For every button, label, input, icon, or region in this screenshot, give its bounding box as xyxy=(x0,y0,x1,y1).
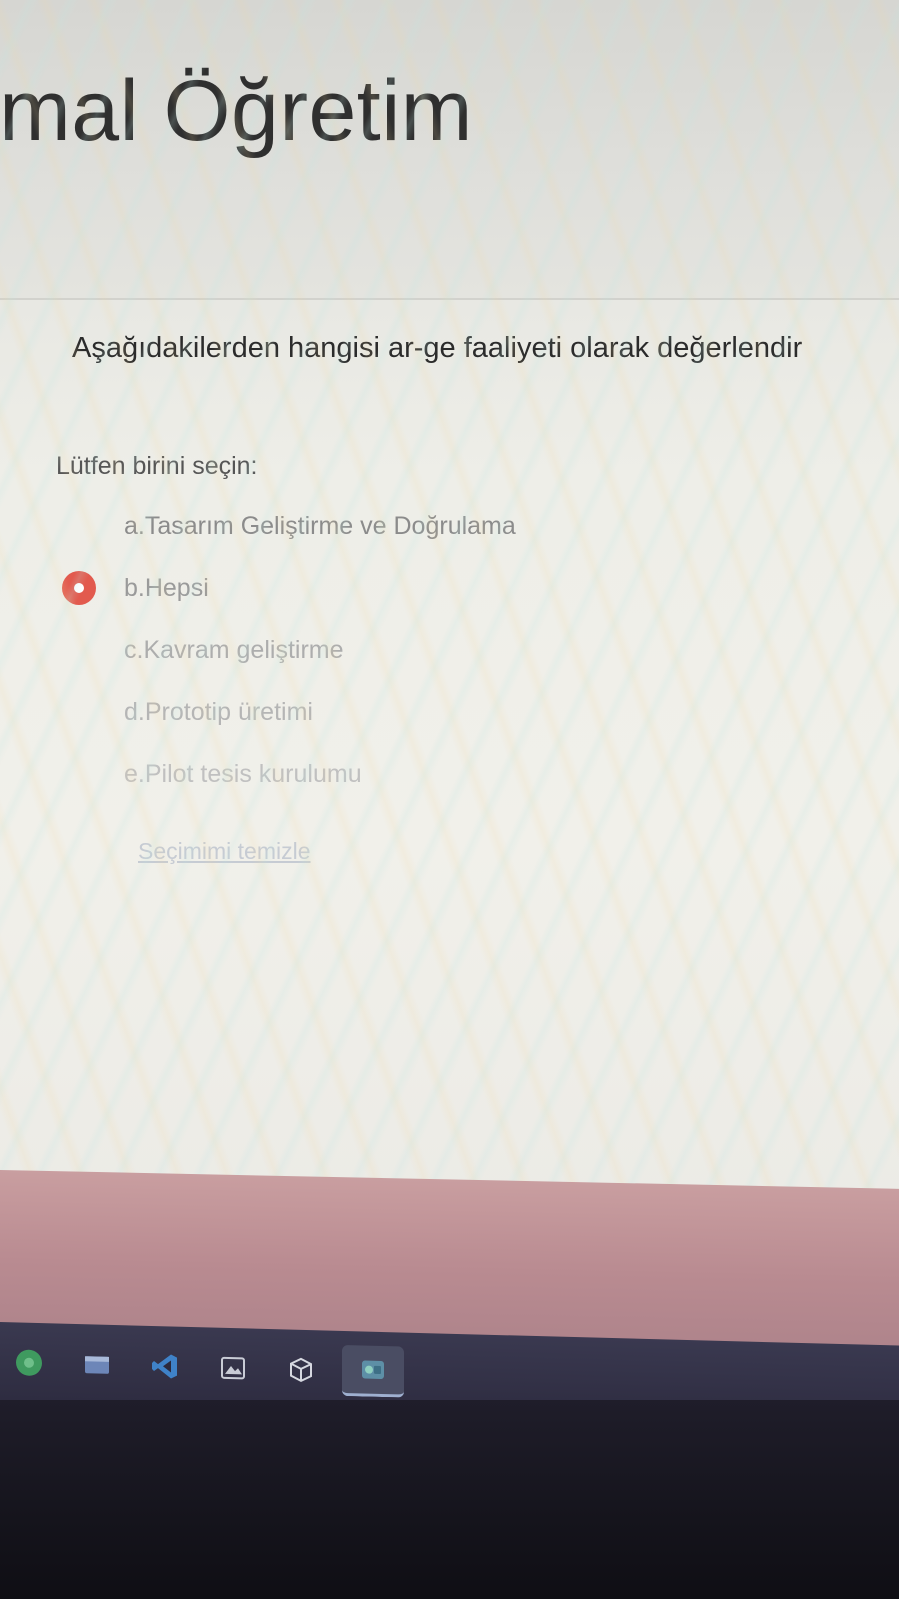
answer-option-e[interactable]: e.Pilot tesis kurulumu xyxy=(56,743,656,805)
answer-label-e[interactable]: e.Pilot tesis kurulumu xyxy=(124,760,362,789)
answer-prompt: Lütfen birini seçin: xyxy=(56,452,258,480)
radio-button-a[interactable] xyxy=(62,509,96,543)
answer-label-d[interactable]: d.Prototip üretimi xyxy=(124,698,313,727)
answer-label-a[interactable]: a.Tasarım Geliştirme ve Doğrulama xyxy=(124,512,516,541)
file-explorer-icon[interactable] xyxy=(78,1345,116,1384)
page-header: rmal Öğretim xyxy=(0,0,899,300)
image-viewer-icon[interactable] xyxy=(214,1348,252,1387)
answer-option-a[interactable]: a.Tasarım Geliştirme ve Doğrulama xyxy=(56,495,656,557)
answer-option-d[interactable]: d.Prototip üretimi xyxy=(56,681,656,743)
question-text: Aşağıdakilerden hangisi ar-ge faaliyeti … xyxy=(72,332,803,364)
taskbar-icons xyxy=(10,1336,434,1398)
course-title: rmal Öğretim xyxy=(0,63,473,159)
answer-option-b[interactable]: b.Hepsi xyxy=(56,557,656,619)
answer-label-c[interactable]: c.Kavram geliştirme xyxy=(124,636,344,665)
vscode-icon[interactable] xyxy=(146,1346,184,1385)
clear-selection-link[interactable]: Seçimimi temizle xyxy=(138,838,311,865)
answer-option-c[interactable]: c.Kavram geliştirme xyxy=(56,619,656,681)
app-window-icon[interactable] xyxy=(342,1344,404,1398)
radio-button-d[interactable] xyxy=(62,695,96,729)
box-icon[interactable] xyxy=(282,1350,320,1389)
radio-button-c[interactable] xyxy=(62,633,96,667)
chrome-icon[interactable] xyxy=(10,1343,48,1382)
header-divider xyxy=(0,298,899,300)
answer-label-b[interactable]: b.Hepsi xyxy=(124,574,209,603)
radio-button-e[interactable] xyxy=(62,757,96,791)
moodle-page: rmal Öğretim Aşağıdakilerden hangisi ar-… xyxy=(0,0,899,1200)
answer-list: a.Tasarım Geliştirme ve Doğrulama b.Heps… xyxy=(56,495,656,805)
monitor-bezel xyxy=(0,1400,899,1599)
radio-button-b-selected[interactable] xyxy=(62,571,96,605)
